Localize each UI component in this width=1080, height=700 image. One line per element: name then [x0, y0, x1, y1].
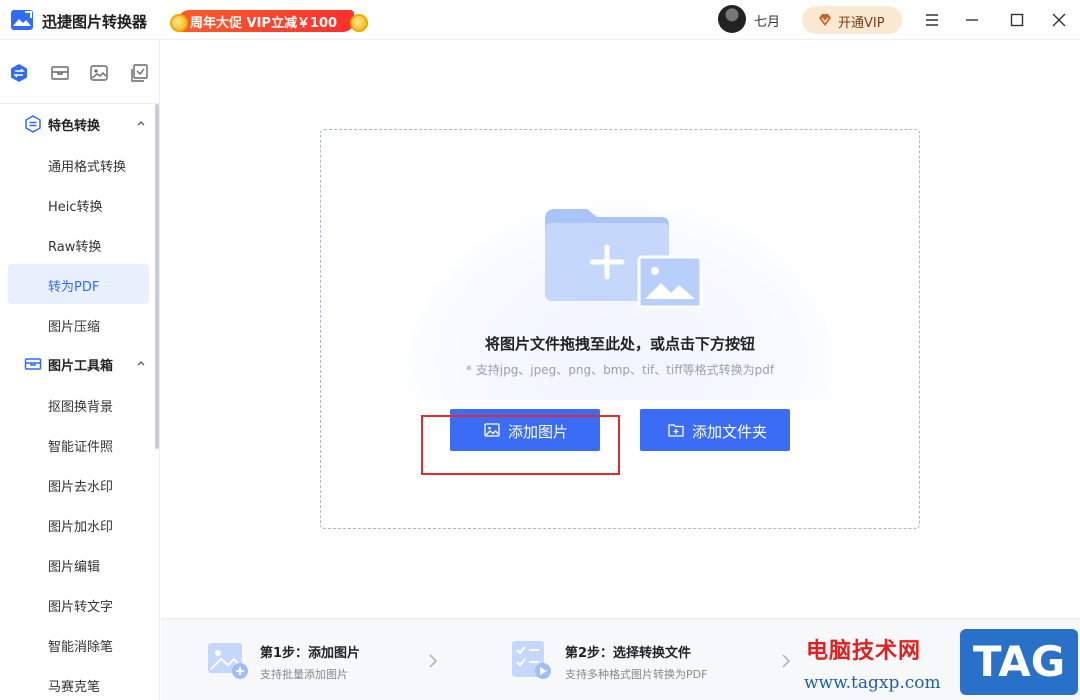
drop-zone-hint: * 支持jpg、jpeg、png、bmp、tif、tiff等格式转换为pdf	[465, 363, 775, 377]
sidebar-item-compress[interactable]: 图片压缩	[8, 304, 149, 344]
sidebar-item-raw[interactable]: Raw转换	[8, 224, 149, 264]
watermark-tag-logo: TAG	[960, 629, 1078, 695]
add-folder-label: 添加文件夹	[692, 423, 768, 441]
app-logo-icon	[11, 10, 33, 30]
sidebar-item-general-format[interactable]: 通用格式转换	[8, 144, 149, 184]
step-2-subtitle: 支持多种格式图片转换为PDF	[565, 668, 708, 681]
open-vip-label: 开通VIP	[838, 16, 885, 31]
promo-text: 周年大促 VIP立减￥100	[190, 16, 338, 31]
sidebar-item-label: 图片压缩	[48, 320, 101, 335]
chevron-up-icon	[137, 361, 145, 366]
sidebar-item-remove-watermark[interactable]: 图片去水印	[8, 464, 149, 504]
sidebar-item-label: 智能消除笔	[48, 640, 114, 655]
main-panel: 将图片文件拖拽至此处，或点击下方按钮 * 支持jpg、jpeg、png、bmp、…	[161, 41, 1080, 700]
sidebar-item-label: 图片加水印	[48, 520, 114, 535]
sidebar-scrollbar[interactable]	[155, 104, 159, 449]
toolbox-group-icon	[24, 358, 42, 370]
vip-diamond-icon	[819, 14, 831, 26]
sidebar-item-label: Heic转换	[48, 200, 103, 215]
sidebar-item-label: Raw转换	[48, 240, 102, 255]
chevron-right-icon	[429, 654, 438, 668]
sidebar: 特色转换 通用格式转换 Heic转换 Raw转换 转为PDF 图片压缩 图片工具…	[0, 41, 160, 700]
toolbox-icon[interactable]	[50, 63, 70, 83]
sidebar-item-image-to-text[interactable]: 图片转文字	[8, 584, 149, 624]
watermark-url: www.tagxp.com	[804, 673, 941, 693]
avatar[interactable]	[718, 5, 746, 33]
drop-zone-title: 将图片文件拖拽至此处，或点击下方按钮	[484, 335, 755, 353]
sidebar-tab-bar	[0, 41, 160, 104]
open-vip-button[interactable]: 开通VIP	[802, 6, 902, 34]
step-2-title: 第2步：选择转换文件	[565, 646, 692, 661]
close-icon[interactable]	[1049, 10, 1069, 30]
coin-icon	[170, 14, 188, 32]
annotation-highlight-box	[421, 415, 620, 475]
sidebar-item-eraser[interactable]: 智能消除笔	[8, 624, 149, 664]
step-1-subtitle: 支持批量添加图片	[260, 668, 348, 681]
maximize-icon[interactable]	[1007, 10, 1027, 30]
minimize-icon[interactable]	[962, 10, 982, 30]
sidebar-item-mosaic[interactable]: 马赛克笔	[8, 664, 149, 700]
promo-banner[interactable]: 周年大促 VIP立减￥100	[170, 8, 370, 34]
username[interactable]: 七月	[754, 11, 780, 30]
sidebar-item-to-pdf[interactable]: 转为PDF	[8, 264, 149, 304]
watermark-tag-text: TAG	[972, 637, 1066, 686]
sidebar-item-label: 图片转文字	[48, 600, 114, 615]
folder-add-icon	[668, 424, 684, 437]
sidebar-item-id-photo[interactable]: 智能证件照	[8, 424, 149, 464]
title-bar: 迅捷图片转换器 周年大促 VIP立减￥100 七月 开通VIP	[0, 0, 1080, 40]
sidebar-item-label: 图片编辑	[48, 560, 101, 575]
sidebar-item-label: 图片去水印	[48, 480, 114, 495]
group-image-toolbox[interactable]: 图片工具箱	[0, 344, 156, 384]
coin-icon	[350, 14, 368, 32]
convert-group-icon	[25, 115, 41, 133]
chevron-up-icon	[137, 121, 145, 126]
step-1-title: 第1步：添加图片	[260, 646, 361, 661]
sidebar-item-label: 马赛克笔	[48, 680, 101, 695]
sidebar-item-label: 智能证件照	[48, 440, 114, 455]
watermark-site-name: 电脑技术网	[806, 639, 922, 664]
convert-icon[interactable]	[9, 63, 29, 83]
group-feature-convert[interactable]: 特色转换	[0, 104, 156, 144]
sidebar-item-add-watermark[interactable]: 图片加水印	[8, 504, 149, 544]
group-label: 图片工具箱	[48, 359, 114, 374]
group-label: 特色转换	[48, 119, 101, 134]
step-add-image-icon	[208, 643, 248, 679]
site-watermark: 电脑技术网 www.tagxp.com TAG	[800, 627, 1080, 700]
menu-icon[interactable]	[922, 10, 942, 30]
sidebar-item-image-edit[interactable]: 图片编辑	[8, 544, 149, 584]
image-icon[interactable]	[89, 63, 109, 83]
step-select-file-icon	[512, 641, 551, 679]
sidebar-item-heic[interactable]: Heic转换	[8, 184, 149, 224]
chevron-right-icon	[782, 654, 791, 668]
add-folder-button[interactable]: 添加文件夹	[640, 409, 790, 451]
sidebar-item-label: 通用格式转换	[48, 160, 127, 175]
sidebar-item-label: 抠图换背景	[48, 400, 114, 415]
drop-zone[interactable]: 将图片文件拖拽至此处，或点击下方按钮 * 支持jpg、jpeg、png、bmp、…	[320, 129, 920, 529]
check-icon[interactable]	[130, 63, 150, 83]
app-title: 迅捷图片转换器	[42, 13, 148, 31]
sidebar-item-cutout[interactable]: 抠图换背景	[8, 384, 149, 424]
sidebar-item-label: 转为PDF	[48, 280, 100, 295]
folder-add-image-icon	[545, 209, 703, 309]
